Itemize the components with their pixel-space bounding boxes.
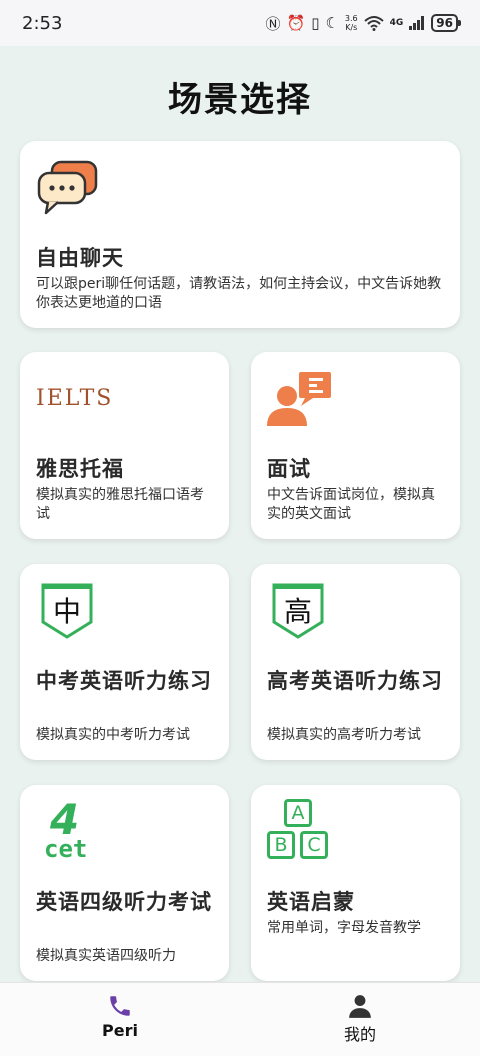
card-title: 英语四级听力考试 — [36, 890, 212, 914]
net-speed-unit: K/s — [345, 23, 358, 32]
network-type: 4G — [389, 18, 404, 28]
wifi-icon — [363, 16, 384, 31]
card-zhongkao-listening[interactable]: 中 中考英语听力练习 模拟真实的中考听力考试 — [20, 564, 229, 760]
card-gaokao-listening[interactable]: 高 高考英语听力练习 模拟真实的高考听力考试 — [251, 564, 460, 760]
gao-badge-icon: 高 — [271, 582, 325, 644]
card-desc: 模拟真实的中考听力考试 — [36, 727, 190, 743]
card-desc: 模拟真实英语四级听力 — [36, 948, 176, 964]
card-interview[interactable]: 面试 中文告诉面试岗位，模拟真实的英文面试 — [251, 352, 460, 539]
ielts-logo-text: IELTS — [36, 386, 114, 411]
card-title: 英语启蒙 — [267, 890, 355, 914]
ielts-logo-icon: IELTS — [36, 386, 113, 411]
status-bar: 2:53 Ⓝ ⏰ ▯ ☾ 3.6 K/s 4G 96 — [0, 0, 480, 46]
battery-icon: 96 — [431, 14, 461, 32]
cet4-text: cet — [44, 835, 88, 863]
phone-icon — [110, 996, 130, 1016]
person-icon — [349, 995, 371, 1018]
moon-icon: ☾ — [325, 14, 339, 32]
card-desc: 可以跟peri聊任何话题，请教语法，如何主持会议，中文告诉她教你表达更地道的口语 — [36, 276, 442, 311]
card-english-enlightenment[interactable]: A B C 英语启蒙 常用单词，字母发音教学 — [251, 785, 460, 981]
card-desc: 模拟真实的高考听力考试 — [267, 727, 421, 743]
card-title: 高考英语听力练习 — [267, 669, 443, 693]
card-title: 中考英语听力练习 — [36, 669, 212, 693]
vibrate-icon: ▯ — [311, 14, 320, 32]
status-time: 2:53 — [22, 12, 63, 34]
card-title: 雅思托福 — [36, 457, 124, 481]
abc-blocks-icon: A B C — [267, 799, 333, 865]
net-speed-value: 3.6 — [344, 14, 358, 23]
nav-item-me[interactable]: 我的 — [240, 983, 480, 1056]
letter-block-a: A — [284, 799, 312, 827]
card-title: 面试 — [267, 457, 311, 481]
bottom-nav: Peri 我的 — [0, 982, 480, 1056]
net-speed: 3.6 K/s — [345, 14, 358, 32]
nav-label-peri: Peri — [102, 1021, 138, 1040]
nfc-icon: Ⓝ — [265, 14, 281, 33]
card-desc: 中文告诉面试岗位，模拟真实的英文面试 — [267, 487, 435, 522]
card-ielts-toefl[interactable]: IELTS 雅思托福 模拟真实的雅思托福口语考试 — [20, 352, 229, 539]
card-desc: 常用单词，字母发音教学 — [267, 920, 421, 936]
status-icons: Ⓝ ⏰ ▯ ☾ 3.6 K/s 4G 96 — [265, 13, 461, 34]
zhong-badge-icon: 中 — [40, 582, 94, 644]
zhong-badge-text: 中 — [52, 595, 81, 628]
signal-icon — [409, 16, 425, 30]
chat-bubbles-icon — [36, 159, 100, 223]
alarm-icon: ⏰ — [286, 14, 306, 32]
letter-block-c: C — [300, 831, 328, 859]
card-title: 自由聊天 — [36, 246, 124, 270]
card-desc: 模拟真实的雅思托福口语考试 — [36, 487, 204, 522]
nav-label-me: 我的 — [343, 1025, 376, 1044]
letter-block-b: B — [267, 831, 295, 859]
card-cet4-listening[interactable]: 4 cet 英语四级听力考试 模拟真实英语四级听力 — [20, 785, 229, 981]
page-title: 场景选择 — [168, 80, 312, 120]
nav-item-peri[interactable]: Peri — [0, 983, 240, 1056]
interview-icon — [267, 370, 333, 434]
gao-badge-text: 高 — [283, 595, 312, 628]
cet4-icon: 4 cet — [36, 795, 106, 865]
card-free-chat[interactable]: 自由聊天 可以跟peri聊任何话题，请教语法，如何主持会议，中文告诉她教你表达更… — [20, 141, 460, 328]
